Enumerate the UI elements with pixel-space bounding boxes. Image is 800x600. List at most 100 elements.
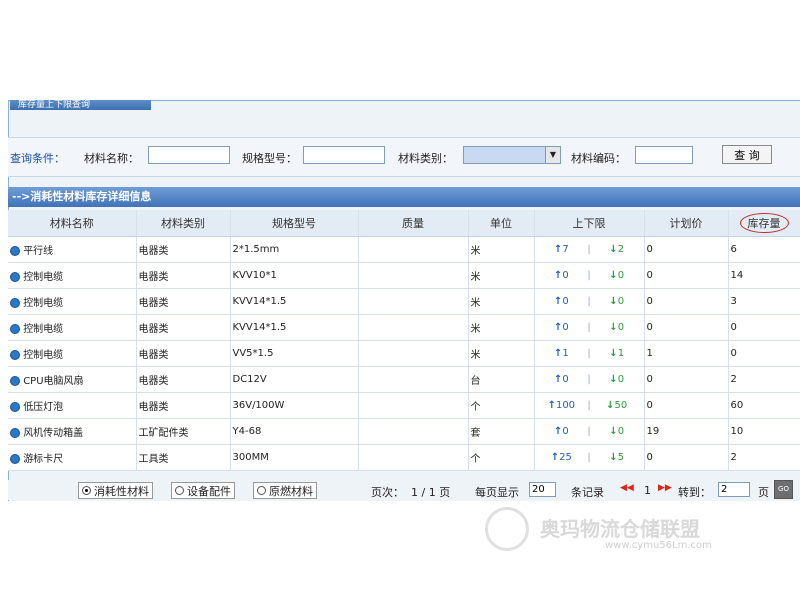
col-header-limits[interactable]: 上下限 (534, 210, 645, 237)
cell-quality (358, 340, 469, 367)
radio-raw[interactable]: 原燃材料 (253, 482, 317, 499)
radio-unselected-icon (175, 486, 184, 495)
cell-unit: 个 (468, 444, 535, 471)
row-bullet-icon (10, 272, 20, 282)
material-name-input[interactable] (148, 146, 230, 164)
cell-stock: 0 (728, 340, 800, 367)
cell-price: 0 (644, 444, 729, 471)
limit-divider: | (587, 348, 591, 359)
page-suffix: 页 (758, 486, 769, 499)
cell-unit: 套 (468, 418, 535, 445)
lower-limit-value: 0 (617, 322, 625, 333)
next-page-icon[interactable]: ▶▶ (658, 483, 672, 493)
upper-limit: ↑0 (539, 322, 583, 333)
material-name: 游标卡尺 (23, 454, 64, 465)
spec-input[interactable] (303, 146, 385, 164)
lower-limit-value: 5 (617, 452, 625, 463)
category-select[interactable]: ▼ (463, 146, 561, 164)
arrow-down-icon: ↓ (609, 348, 618, 359)
lower-limit: ↓0 (595, 296, 639, 307)
table-row[interactable]: 控制电缆 电器类 VV5*1.5 米 ↑1 | ↓1 1 0 (8, 340, 800, 367)
limit-divider: | (587, 322, 591, 333)
material-name: 控制电缆 (23, 272, 64, 283)
col-header-stock[interactable]: 库存量 (728, 210, 800, 237)
table-row[interactable]: 控制电缆 电器类 KVV14*1.5 米 ↑0 | ↓0 0 0 (8, 314, 800, 341)
cell-quality (358, 236, 469, 263)
search-button[interactable]: 查 询 (722, 145, 772, 164)
cell-spec: VV5*1.5 (230, 340, 359, 367)
radio-unselected-icon (257, 486, 266, 495)
go-button[interactable]: GO (774, 480, 793, 499)
cell-price: 0 (644, 288, 729, 315)
per-page-label: 每页显示 (475, 486, 519, 499)
goto-page-input[interactable] (718, 482, 750, 497)
per-page-input[interactable] (529, 482, 556, 497)
cell-category: 电器类 (136, 288, 231, 315)
section-title: -->消耗性材料库存详细信息 (8, 187, 800, 207)
code-label: 材料编码： (571, 152, 626, 165)
radio-raw-label: 原燃材料 (269, 484, 313, 498)
cell-category: 电器类 (136, 340, 231, 367)
row-bullet-icon (10, 350, 20, 360)
cell-stock: 2 (728, 366, 800, 393)
cell-limits: ↑0 | ↓0 (534, 418, 645, 445)
cell-category: 电器类 (136, 236, 231, 263)
cell-limits: ↑7 | ↓2 (534, 236, 645, 263)
header-tab: 库存量上下限查询 (10, 100, 151, 110)
watermark-text: 奥玛物流仓储联盟 (540, 517, 700, 541)
chevron-down-icon[interactable]: ▼ (545, 147, 560, 163)
arrow-down-icon: ↓ (609, 374, 618, 385)
upper-limit-value: 0 (562, 270, 569, 281)
cell-name: CPU电脑风扇 (8, 366, 137, 393)
upper-limit-value: 0 (562, 296, 569, 307)
upper-limit-value: 0 (562, 426, 569, 437)
cell-spec: DC12V (230, 366, 359, 393)
col-header-price[interactable]: 计划价 (644, 210, 729, 237)
code-input[interactable] (635, 146, 693, 164)
cell-quality (358, 288, 469, 315)
material-name: 控制电缆 (23, 298, 64, 309)
table-row[interactable]: 控制电缆 电器类 KVV10*1 米 ↑0 | ↓0 0 14 (8, 262, 800, 289)
upper-limit: ↑0 (539, 296, 583, 307)
arrow-down-icon: ↓ (609, 270, 618, 281)
upper-limit: ↑7 (539, 244, 583, 255)
limit-divider: | (587, 244, 591, 255)
upper-limit-value: 0 (562, 322, 569, 333)
upper-limit: ↑0 (539, 426, 583, 437)
spec-label: 规格型号： (242, 152, 297, 165)
col-header-category[interactable]: 材料类别 (136, 210, 231, 237)
cell-name: 游标卡尺 (8, 444, 137, 471)
cell-stock: 3 (728, 288, 800, 315)
row-bullet-icon (10, 298, 20, 308)
cell-quality (358, 392, 469, 419)
cell-stock: 0 (728, 314, 800, 341)
lower-limit: ↓50 (595, 400, 639, 411)
cell-spec: 36V/100W (230, 392, 359, 419)
col-header-spec[interactable]: 规格型号 (230, 210, 359, 237)
limit-divider: | (587, 374, 591, 385)
table-row[interactable]: 平行线 电器类 2*1.5mm 米 ↑7 | ↓2 0 6 (8, 236, 800, 263)
table-row[interactable]: 风机传动箱盖 工矿配件类 Y4-68 套 ↑0 | ↓0 19 10 (8, 418, 800, 445)
radio-consumable[interactable]: 消耗性材料 (78, 482, 153, 499)
col-header-unit[interactable]: 单位 (468, 210, 535, 237)
radio-equipment[interactable]: 设备配件 (171, 482, 235, 499)
col-header-quality[interactable]: 质量 (358, 210, 469, 237)
cell-stock: 10 (728, 418, 800, 445)
row-bullet-icon (10, 428, 20, 438)
prev-page-icon[interactable]: ◀◀ (620, 483, 634, 493)
upper-limit-value: 1 (562, 348, 569, 359)
cell-unit: 台 (468, 366, 535, 393)
lower-limit: ↓5 (595, 452, 639, 463)
cell-category: 电器类 (136, 314, 231, 341)
table-row[interactable]: CPU电脑风扇 电器类 DC12V 台 ↑0 | ↓0 0 2 (8, 366, 800, 393)
cell-price: 0 (644, 366, 729, 393)
cell-spec: 2*1.5mm (230, 236, 359, 263)
cell-unit: 米 (468, 236, 535, 263)
table-row[interactable]: 控制电缆 电器类 KVV14*1.5 米 ↑0 | ↓0 0 3 (8, 288, 800, 315)
lower-limit-value: 0 (617, 426, 625, 437)
table-row[interactable]: 低压灯泡 电器类 36V/100W 个 ↑100 | ↓50 0 60 (8, 392, 800, 419)
cell-category: 工具类 (136, 444, 231, 471)
limit-divider: | (587, 426, 591, 437)
table-row[interactable]: 游标卡尺 工具类 300MM 个 ↑25 | ↓5 0 2 (8, 444, 800, 471)
col-header-name[interactable]: 材料名称 (8, 210, 137, 237)
